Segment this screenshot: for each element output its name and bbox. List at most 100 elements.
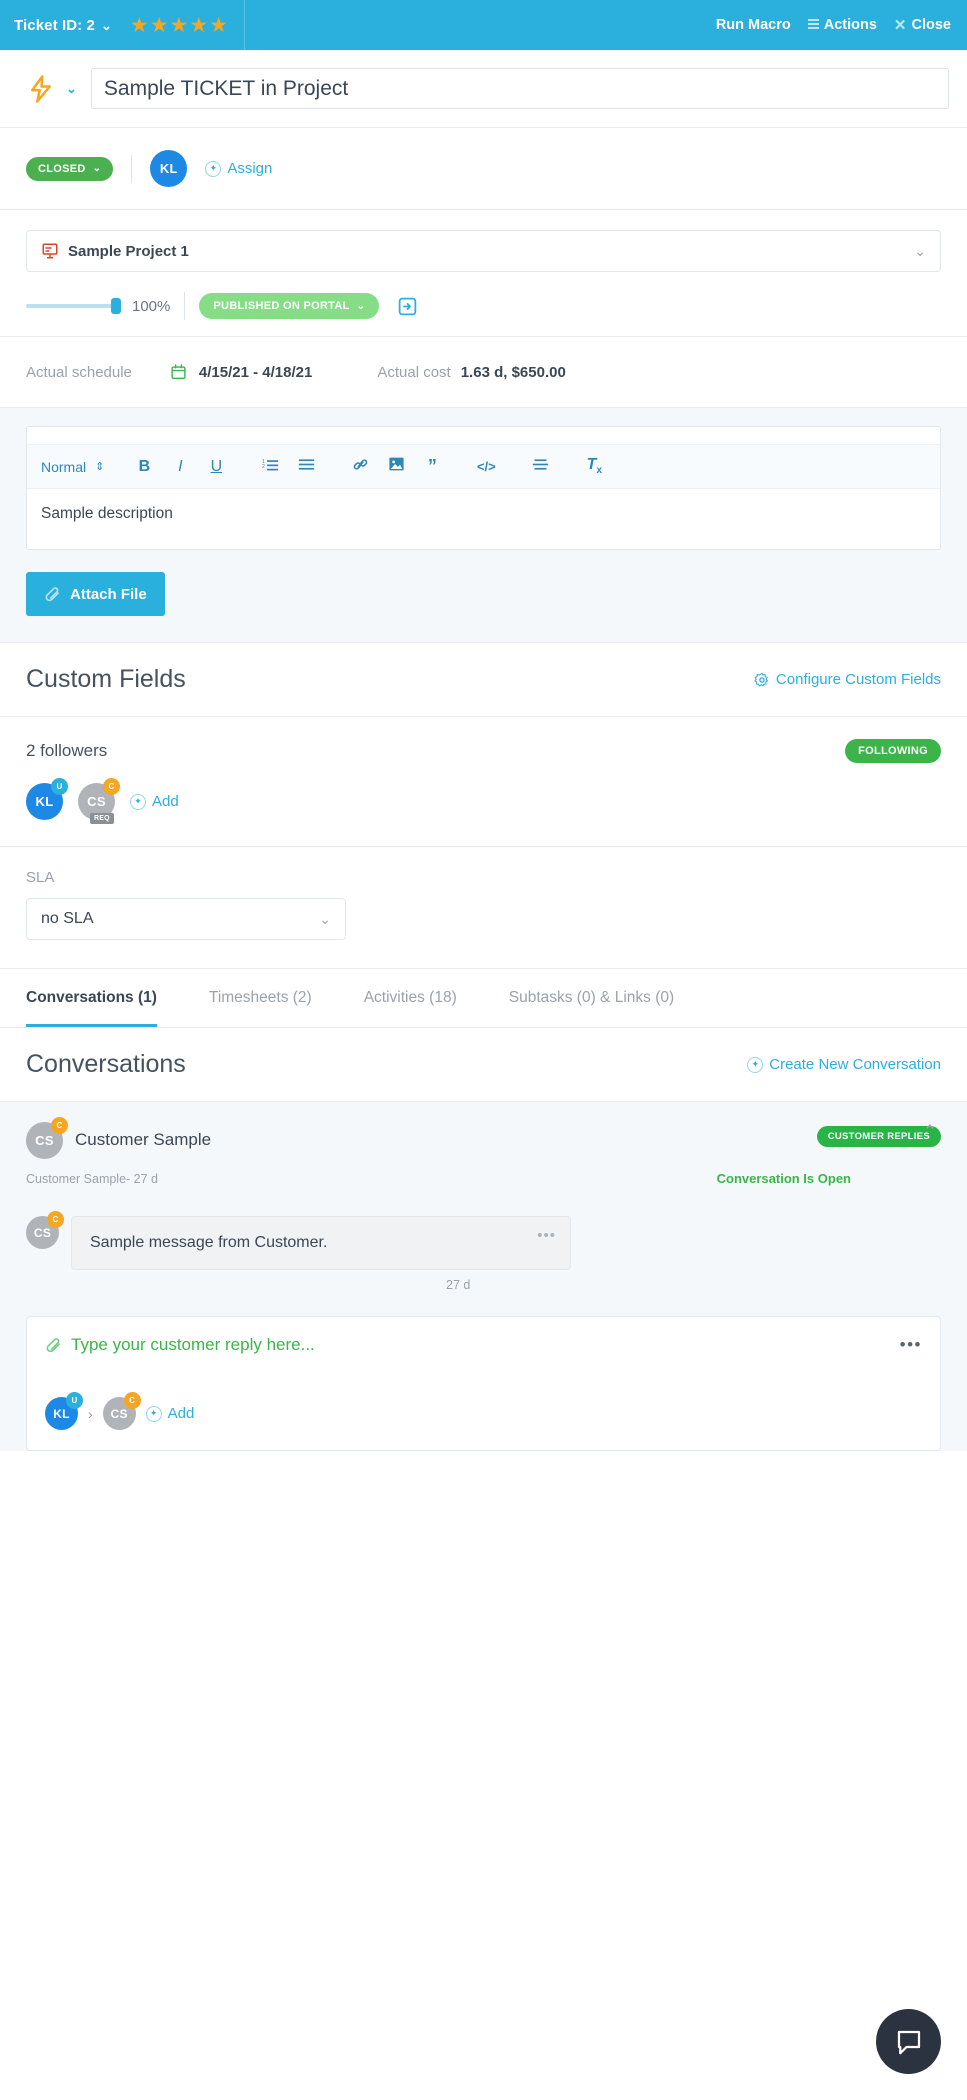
ordered-list-button[interactable]: 1 2 — [252, 457, 288, 477]
run-macro-button[interactable]: Run Macro — [716, 17, 791, 33]
collapse-chevron-up-icon[interactable]: ⌃ — [923, 1122, 937, 1142]
follower-avatar[interactable]: CS C REQ — [78, 778, 120, 824]
progress-row: 100% PUBLISHED ON PORTAL ⌄ — [26, 292, 941, 320]
underline-button[interactable]: U — [198, 458, 234, 476]
description-editor-section: Normal ⇕ B I U 1 2 ” </> Tx Sample descr… — [0, 408, 967, 643]
chevron-down-icon[interactable]: ⌄ — [66, 81, 77, 97]
list-icon — [807, 19, 819, 31]
assign-button[interactable]: Assign — [205, 160, 272, 177]
ordered-list-icon: 1 2 — [262, 458, 278, 470]
format-style-stepper-icon[interactable]: ⇕ — [95, 461, 104, 472]
star-icon[interactable]: ★ — [209, 15, 228, 36]
clear-formatting-button[interactable]: Tx — [576, 456, 612, 476]
conversation-open-status: Conversation Is Open — [716, 1171, 851, 1186]
ticket-id-group[interactable]: Ticket ID: 2 ⌄ ★ ★ ★ ★ ★ — [0, 0, 246, 50]
arrow-right-icon: › — [88, 1405, 93, 1422]
custom-fields-header: Custom Fields Configure Custom Fields — [0, 643, 967, 717]
editor-toolbar: Normal ⇕ B I U 1 2 ” </> Tx — [27, 445, 940, 489]
add-recipient-button[interactable]: Add — [145, 1405, 194, 1422]
star-icon[interactable]: ★ — [170, 15, 189, 36]
sla-value: no SLA — [41, 910, 94, 927]
conversation-author-name: Customer Sample — [75, 1130, 212, 1149]
reply-input[interactable]: Type your customer reply here... — [71, 1335, 315, 1355]
align-button[interactable] — [522, 457, 558, 477]
reply-to-avatar[interactable]: CS C — [102, 1392, 141, 1430]
chevron-down-icon[interactable]: ⌄ — [101, 19, 112, 32]
project-select[interactable]: Sample Project 1 ⌄ — [26, 230, 941, 272]
attach-file-button[interactable]: Attach File — [26, 572, 165, 616]
project-board-icon — [42, 243, 58, 259]
followers-section: 2 followers FOLLOWING KL U CS C REQ Add — [0, 717, 967, 847]
bullet-list-icon — [298, 458, 314, 470]
progress-slider[interactable] — [26, 298, 121, 314]
description-editor: Normal ⇕ B I U 1 2 ” </> Tx Sample descr… — [26, 426, 941, 550]
requester-tag: REQ — [90, 813, 114, 824]
paperclip-icon — [45, 586, 59, 601]
ticket-title-row: ⌄ — [0, 50, 967, 128]
conversation-author-avatar[interactable]: CS C — [26, 1117, 68, 1159]
paperclip-icon[interactable] — [45, 1337, 62, 1354]
following-badge[interactable]: FOLLOWING — [845, 739, 941, 763]
status-badge[interactable]: CLOSED ⌄ — [26, 156, 114, 181]
link-icon — [353, 458, 368, 470]
actions-button[interactable]: Actions — [807, 17, 877, 33]
schedule-row: Actual schedule 4/15/21 - 4/18/21 Actual… — [0, 337, 967, 408]
progress-value: 100% — [132, 297, 171, 315]
follower-avatar[interactable]: KL U — [26, 778, 68, 820]
italic-button[interactable]: I — [162, 458, 198, 476]
code-button[interactable]: </> — [468, 458, 504, 476]
star-icon[interactable]: ★ — [150, 15, 169, 36]
link-button[interactable] — [342, 456, 378, 478]
editor-top-strip — [27, 427, 940, 445]
followers-avatars: KL U CS C REQ Add — [26, 778, 941, 824]
gear-icon — [754, 672, 769, 687]
image-button[interactable] — [378, 456, 414, 477]
reply-menu-button[interactable]: ••• — [900, 1335, 922, 1355]
sla-select[interactable]: no SLA ⌄ — [26, 898, 346, 940]
open-external-icon[interactable] — [397, 296, 418, 317]
add-follower-button[interactable]: Add — [130, 793, 179, 810]
ticket-type-bolt-icon[interactable] — [26, 74, 56, 104]
tab-subtasks-links[interactable]: Subtasks (0) & Links (0) — [509, 969, 674, 1027]
bullet-list-button[interactable] — [288, 457, 324, 477]
blockquote-button[interactable]: ” — [414, 456, 450, 477]
tab-conversations[interactable]: Conversations (1) — [26, 969, 157, 1027]
create-new-conversation-button[interactable]: Create New Conversation — [747, 1056, 941, 1073]
actions-label: Actions — [823, 17, 877, 33]
sla-section: SLA no SLA ⌄ — [0, 847, 967, 969]
conversations-title: Conversations — [26, 1050, 186, 1078]
image-icon — [389, 457, 404, 471]
reply-from-avatar[interactable]: KL U — [45, 1392, 83, 1430]
sla-label: SLA — [26, 869, 55, 886]
tab-activities[interactable]: Activities (18) — [364, 969, 457, 1027]
slider-knob[interactable] — [111, 298, 121, 314]
configure-custom-fields-button[interactable]: Configure Custom Fields — [754, 671, 941, 688]
calendar-icon — [171, 364, 186, 380]
status-row: CLOSED ⌄ KL Assign — [0, 128, 967, 210]
avatar-initials: CS — [110, 1406, 128, 1421]
tab-timesheets[interactable]: Timesheets (2) — [209, 969, 312, 1027]
publish-status-badge[interactable]: PUBLISHED ON PORTAL ⌄ — [199, 293, 380, 319]
bold-button[interactable]: B — [126, 458, 162, 476]
actual-schedule-value[interactable]: 4/15/21 - 4/18/21 — [199, 364, 312, 381]
chat-widget-button[interactable] — [876, 2009, 941, 2074]
message-author-avatar[interactable]: CS C — [26, 1211, 64, 1249]
avatar-initials: KL — [53, 1406, 70, 1421]
assignee-avatar[interactable]: KL — [150, 150, 188, 187]
create-new-conversation-label: Create New Conversation — [769, 1056, 941, 1073]
description-text[interactable]: Sample description — [27, 489, 940, 549]
chevron-down-icon: ⌄ — [914, 242, 926, 259]
followers-count: 2 followers — [26, 741, 108, 760]
conversation-meta: Customer Sample- 27 d — [26, 1171, 159, 1186]
divider — [131, 154, 133, 183]
rating-stars[interactable]: ★ ★ ★ ★ ★ — [130, 15, 228, 36]
close-button[interactable]: ✕ Close — [894, 16, 951, 34]
conversations-body: CS C Customer Sample CUSTOMER REPLIES ⌃ … — [0, 1102, 967, 1451]
format-style-label[interactable]: Normal — [41, 459, 86, 475]
message-menu-button[interactable]: ••• — [537, 1227, 556, 1244]
ticket-title-input[interactable] — [90, 68, 949, 109]
attach-file-label: Attach File — [70, 585, 147, 603]
star-icon[interactable]: ★ — [189, 15, 208, 36]
star-icon[interactable]: ★ — [130, 15, 149, 36]
assign-label: Assign — [227, 160, 273, 177]
